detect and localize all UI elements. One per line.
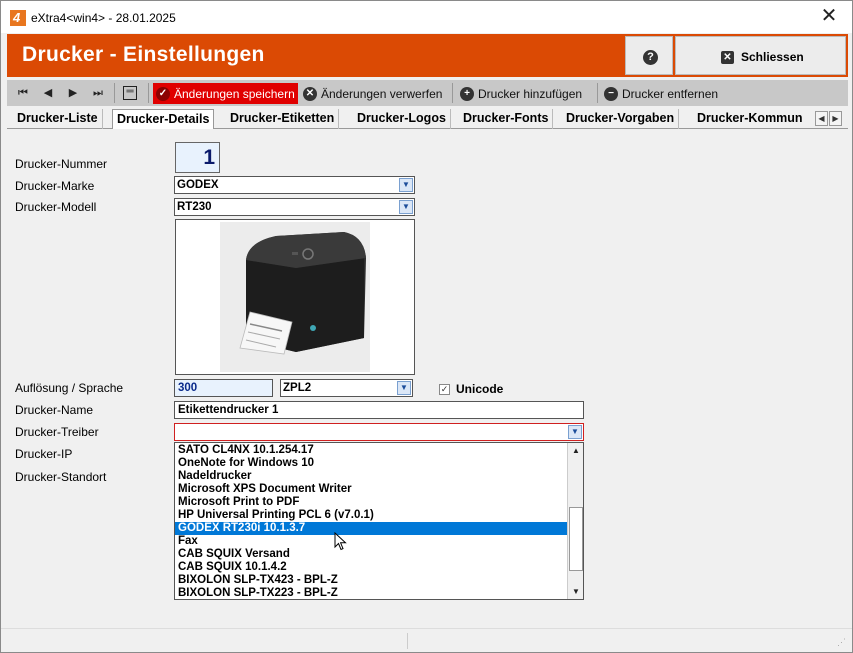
- scroll-up-icon[interactable]: ▲: [568, 443, 583, 458]
- driver-dropdown-list: SATO CL4NX 10.1.254.17 OneNote for Windo…: [174, 442, 584, 600]
- dropdown-option[interactable]: CAB SQUIX 10.1.4.2: [175, 561, 567, 574]
- app-logo-icon: 4: [10, 10, 26, 26]
- scrollbar-thumb[interactable]: [569, 507, 583, 571]
- printer-number-field[interactable]: 1: [175, 142, 220, 173]
- save-changes-button[interactable]: ✓ Änderungen speichern: [153, 83, 298, 104]
- printer-location-label: Drucker-Standort: [15, 470, 107, 484]
- cancel-icon: ✕: [303, 86, 317, 101]
- status-divider: [407, 633, 408, 649]
- dropdown-option[interactable]: Microsoft Print to PDF: [175, 496, 567, 509]
- dropdown-option[interactable]: HP Universal Printing PCL 6 (v7.0.1): [175, 509, 567, 522]
- next-record-icon[interactable]: ▶: [65, 85, 81, 101]
- discard-changes-label: Änderungen verwerfen: [321, 86, 443, 101]
- printer-brand-select[interactable]: GODEX ▼: [174, 176, 415, 194]
- chevron-down-icon[interactable]: ▼: [399, 200, 413, 214]
- page-header: Drucker - Einstellungen ? ✕ Schliessen: [7, 34, 848, 77]
- unicode-checkbox[interactable]: ✓: [439, 384, 450, 395]
- add-printer-button[interactable]: + Drucker hinzufügen: [460, 83, 582, 104]
- printer-model-select[interactable]: RT230 ▼: [174, 198, 415, 216]
- tab-scroll-right-icon[interactable]: ▶: [829, 111, 842, 126]
- last-record-icon[interactable]: ⏭: [90, 85, 106, 101]
- printer-model-label: Drucker-Modell: [15, 200, 97, 214]
- toolbar-divider: [114, 83, 115, 103]
- title-bar: 4 eXtra4<win4> - 28.01.2025 ✕: [1, 1, 852, 33]
- add-printer-label: Drucker hinzufügen: [478, 86, 583, 101]
- dropdown-option[interactable]: Nadeldrucker: [175, 470, 567, 483]
- dropdown-option[interactable]: CAB SQUIX Versand: [175, 548, 567, 561]
- chevron-down-icon[interactable]: ▼: [399, 178, 413, 192]
- window-title: eXtra4<win4> - 28.01.2025: [31, 11, 176, 25]
- minus-icon: −: [604, 86, 618, 101]
- save-changes-label: Änderungen speichern: [174, 86, 295, 101]
- dropdown-option[interactable]: SATO CL4NX 10.1.254.17: [175, 444, 567, 457]
- dropdown-option-selected[interactable]: GODEX RT230i 10.1.3.7: [175, 522, 567, 535]
- checkmark-icon: ✓: [156, 86, 170, 101]
- tab-scroll-left-icon[interactable]: ◀: [815, 111, 828, 126]
- discard-changes-button[interactable]: ✕ Änderungen verwerfen: [303, 83, 442, 104]
- printer-driver-label: Drucker-Treiber: [15, 425, 99, 439]
- tab-drucker-fonts[interactable]: Drucker-Fonts: [459, 109, 554, 129]
- window-close-button[interactable]: ✕: [817, 5, 841, 29]
- first-record-icon[interactable]: ⏮: [15, 85, 31, 101]
- help-icon: ?: [643, 50, 658, 65]
- toolbar-divider: [148, 83, 149, 103]
- mouse-cursor-icon: [334, 532, 347, 551]
- tab-drucker-kommunikation[interactable]: Drucker-Kommun: [693, 109, 815, 129]
- details-panel: Drucker-Nummer Drucker-Marke Drucker-Mod…: [7, 129, 848, 623]
- chevron-down-icon[interactable]: ▼: [397, 381, 411, 395]
- language-value: ZPL2: [283, 382, 312, 394]
- tab-bar: Drucker-Liste Drucker-Details Drucker-Et…: [7, 109, 848, 130]
- printer-picture: [220, 222, 370, 372]
- dropdown-option[interactable]: Fax: [175, 535, 567, 548]
- printer-brand-label: Drucker-Marke: [15, 179, 95, 193]
- app-window: 4 eXtra4<win4> - 28.01.2025 ✕ Drucker - …: [0, 0, 853, 653]
- printer-name-input[interactable]: Etikettendrucker 1: [174, 401, 584, 419]
- page-title: Drucker - Einstellungen: [22, 43, 265, 66]
- resize-grip-icon[interactable]: ⋰: [837, 637, 846, 648]
- dropdown-option[interactable]: OneNote for Windows 10: [175, 457, 567, 470]
- tab-drucker-vorgaben[interactable]: Drucker-Vorgaben: [562, 109, 680, 129]
- toolbar: ⏮ ◀ ▶ ⏭ ═ ✓ Änderungen speichern ✕ Änder…: [7, 80, 848, 106]
- resolution-input[interactable]: 300: [174, 379, 273, 397]
- status-bar: ⋰: [1, 628, 852, 652]
- remove-printer-label: Drucker entfernen: [622, 86, 719, 101]
- plus-icon: +: [460, 86, 474, 101]
- tab-drucker-logos[interactable]: Drucker-Logos: [353, 109, 451, 129]
- unicode-label: Unicode: [456, 382, 504, 396]
- close-button[interactable]: ✕ Schliessen: [675, 36, 846, 75]
- help-button[interactable]: ?: [625, 36, 673, 75]
- printer-model-value: RT230: [177, 201, 212, 213]
- dropdown-scrollbar[interactable]: ▲ ▼: [567, 443, 583, 599]
- close-icon: ✕: [721, 51, 734, 64]
- printer-brand-value: GODEX: [177, 179, 219, 191]
- close-button-label: Schliessen: [741, 50, 804, 64]
- previous-record-icon[interactable]: ◀: [40, 85, 56, 101]
- printer-ip-label: Drucker-IP: [15, 447, 73, 461]
- resolution-label: Auflösung / Sprache: [15, 381, 124, 395]
- tab-drucker-etiketten[interactable]: Drucker-Etiketten: [226, 109, 340, 129]
- printer-driver-select[interactable]: ▼: [174, 423, 584, 441]
- tab-drucker-details[interactable]: Drucker-Details: [112, 109, 215, 130]
- tab-drucker-liste[interactable]: Drucker-Liste: [13, 109, 103, 129]
- chevron-down-icon[interactable]: ▼: [568, 425, 582, 439]
- dropdown-option[interactable]: Microsoft XPS Document Writer: [175, 483, 567, 496]
- dropdown-option[interactable]: BIXOLON SLP-TX423 - BPL-Z: [175, 574, 567, 587]
- language-select[interactable]: ZPL2 ▼: [280, 379, 413, 397]
- printer-number-label: Drucker-Nummer: [15, 157, 108, 171]
- dropdown-option[interactable]: BIXOLON SLP-TX223 - BPL-Z: [175, 587, 567, 599]
- remove-printer-button[interactable]: − Drucker entfernen: [604, 83, 718, 104]
- toolbar-divider: [452, 83, 453, 103]
- form-view-icon[interactable]: ═: [123, 86, 137, 100]
- printer-image: [175, 219, 415, 375]
- toolbar-divider: [597, 83, 598, 103]
- printer-name-label: Drucker-Name: [15, 403, 94, 417]
- scroll-down-icon[interactable]: ▼: [568, 584, 583, 599]
